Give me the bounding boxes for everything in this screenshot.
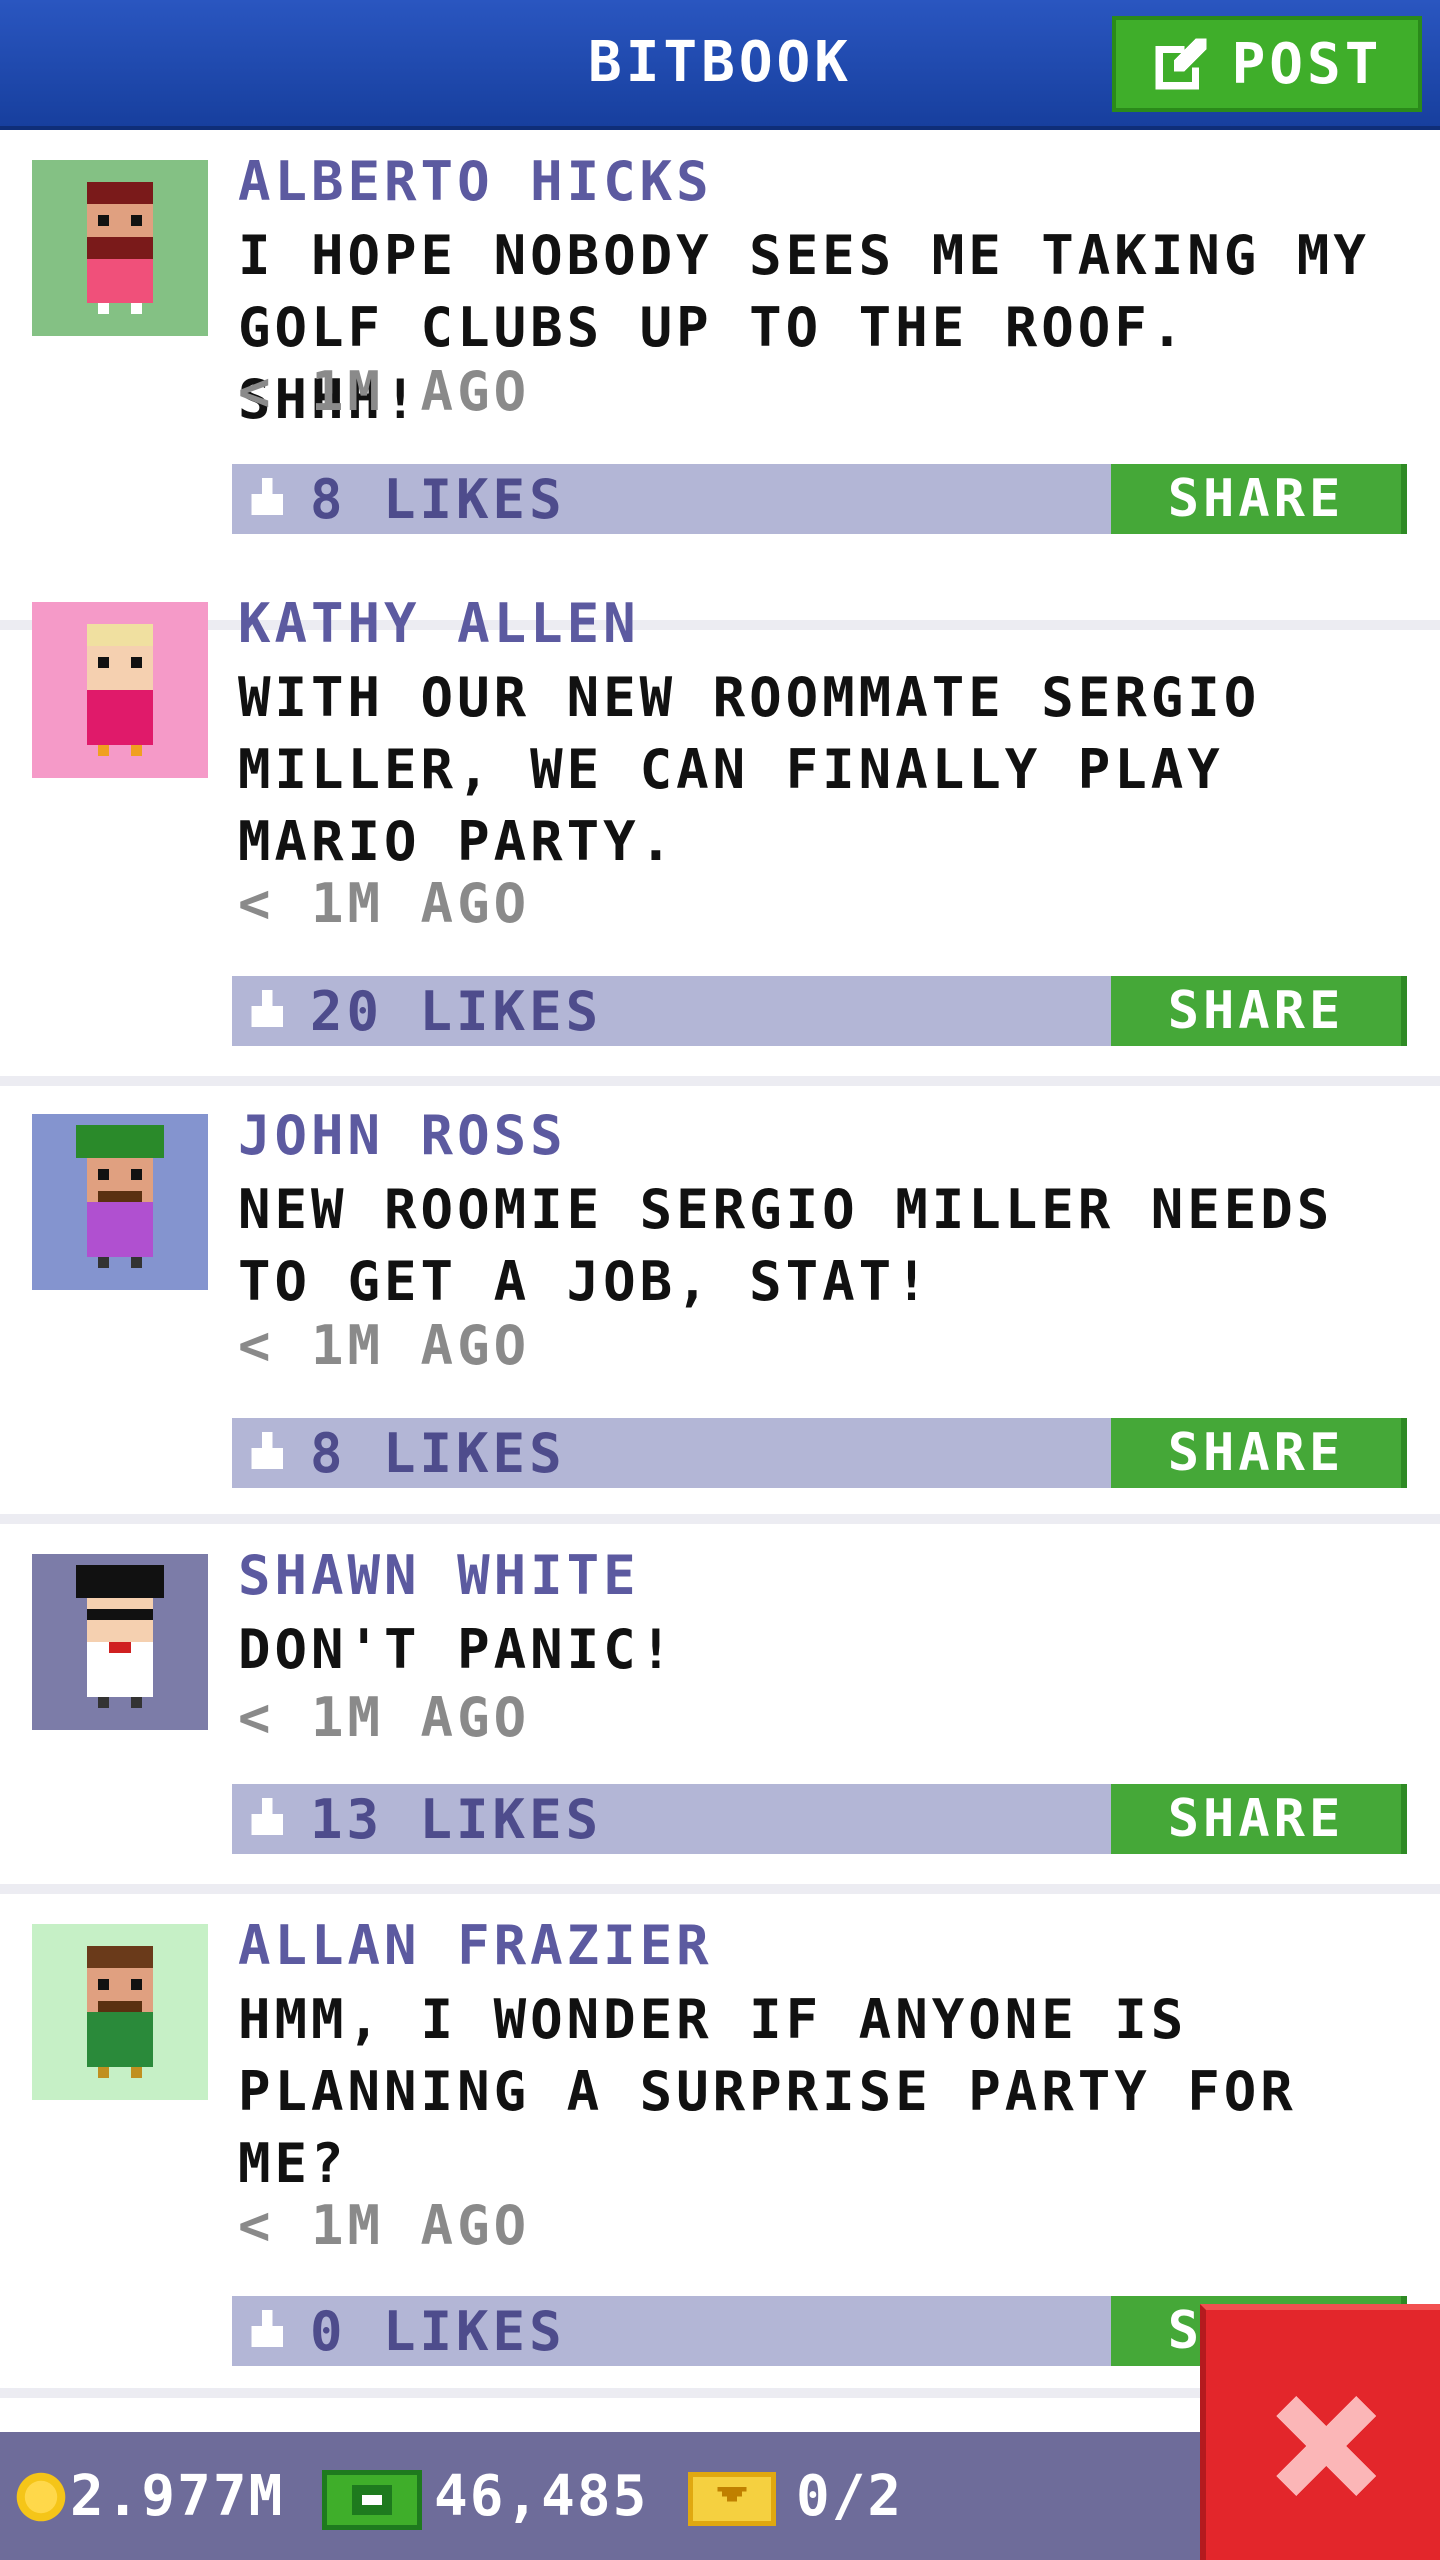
likes-count: 8 LIKES xyxy=(310,1422,566,1485)
close-icon xyxy=(1276,2396,1376,2496)
ticket-icon xyxy=(688,2472,776,2526)
post-author[interactable]: KATHY ALLEN xyxy=(238,592,640,655)
post-timestamp: < 1M AGO xyxy=(238,1314,531,1377)
like-icon[interactable] xyxy=(246,990,288,1032)
compose-icon xyxy=(1155,38,1206,90)
post-button-label: POST xyxy=(1231,31,1383,97)
post-message: NEW ROOMIE SERGIO MILLER NEEDS TO GET A … xyxy=(238,1178,1334,1313)
avatar xyxy=(32,1924,208,2100)
likes-count: 0 LIKES xyxy=(310,2300,566,2363)
like-icon[interactable] xyxy=(246,2310,288,2352)
app-header: BITBOOK POST xyxy=(0,0,1440,130)
like-icon[interactable] xyxy=(246,478,288,520)
likes-count: 13 LIKES xyxy=(310,1788,603,1851)
post-author[interactable]: ALBERTO HICKS xyxy=(238,150,713,213)
avatar xyxy=(32,602,208,778)
feed-post: ALBERTO HICKS I HOPE NOBODY SEES ME TAKI… xyxy=(0,130,1440,630)
likes-bar: 8 LIKES SHARE xyxy=(232,1418,1407,1488)
likes-bar: 13 LIKES SHARE xyxy=(232,1784,1407,1854)
post-message: WITH OUR NEW ROOMMATE SERGIO MILLER, WE … xyxy=(238,666,1261,873)
post-message: HMM, I WONDER IF ANYONE IS PLANNING A SU… xyxy=(238,1988,1297,2195)
coins-value: 2.977M xyxy=(70,2464,285,2529)
post-author[interactable]: JOHN ROSS xyxy=(238,1104,567,1167)
feed-post: SHAWN WHITE DON'T PANIC! < 1M AGO 13 LIK… xyxy=(0,1524,1440,1894)
share-button[interactable]: SHARE xyxy=(1111,1784,1407,1854)
share-button[interactable]: SHARE xyxy=(1111,464,1407,534)
feed-post: KATHY ALLEN WITH OUR NEW ROOMMATE SERGIO… xyxy=(0,572,1440,1086)
post-timestamp: < 1M AGO xyxy=(238,360,531,423)
likes-bar: 20 LIKES SHARE xyxy=(232,976,1407,1046)
avatar xyxy=(32,1114,208,1290)
post-timestamp: < 1M AGO xyxy=(238,872,531,935)
avatar xyxy=(32,160,208,336)
coin-icon xyxy=(16,2472,66,2522)
post-author[interactable]: ALLAN FRAZIER xyxy=(238,1914,713,1977)
bux-icon xyxy=(322,2470,422,2530)
tickets-value: 0/2 xyxy=(796,2464,904,2529)
share-button[interactable]: SHARE xyxy=(1111,1418,1407,1488)
avatar xyxy=(32,1554,208,1730)
like-icon[interactable] xyxy=(246,1432,288,1474)
post-timestamp: < 1M AGO xyxy=(238,2194,531,2257)
feed-post: JOHN ROSS NEW ROOMIE SERGIO MILLER NEEDS… xyxy=(0,1084,1440,1524)
likes-count: 8 LIKES xyxy=(310,468,566,531)
post-timestamp: < 1M AGO xyxy=(238,1686,531,1749)
bux-value: 46,485 xyxy=(434,2464,649,2529)
likes-bar: 8 LIKES SHARE xyxy=(232,464,1407,534)
post-message: DON'T PANIC! xyxy=(238,1618,677,1681)
post-author[interactable]: SHAWN WHITE xyxy=(238,1544,640,1607)
share-button[interactable]: SHARE xyxy=(1111,976,1407,1046)
post-button[interactable]: POST xyxy=(1112,16,1422,112)
close-button[interactable] xyxy=(1200,2304,1440,2560)
likes-count: 20 LIKES xyxy=(310,980,603,1043)
like-icon[interactable] xyxy=(246,1798,288,1840)
